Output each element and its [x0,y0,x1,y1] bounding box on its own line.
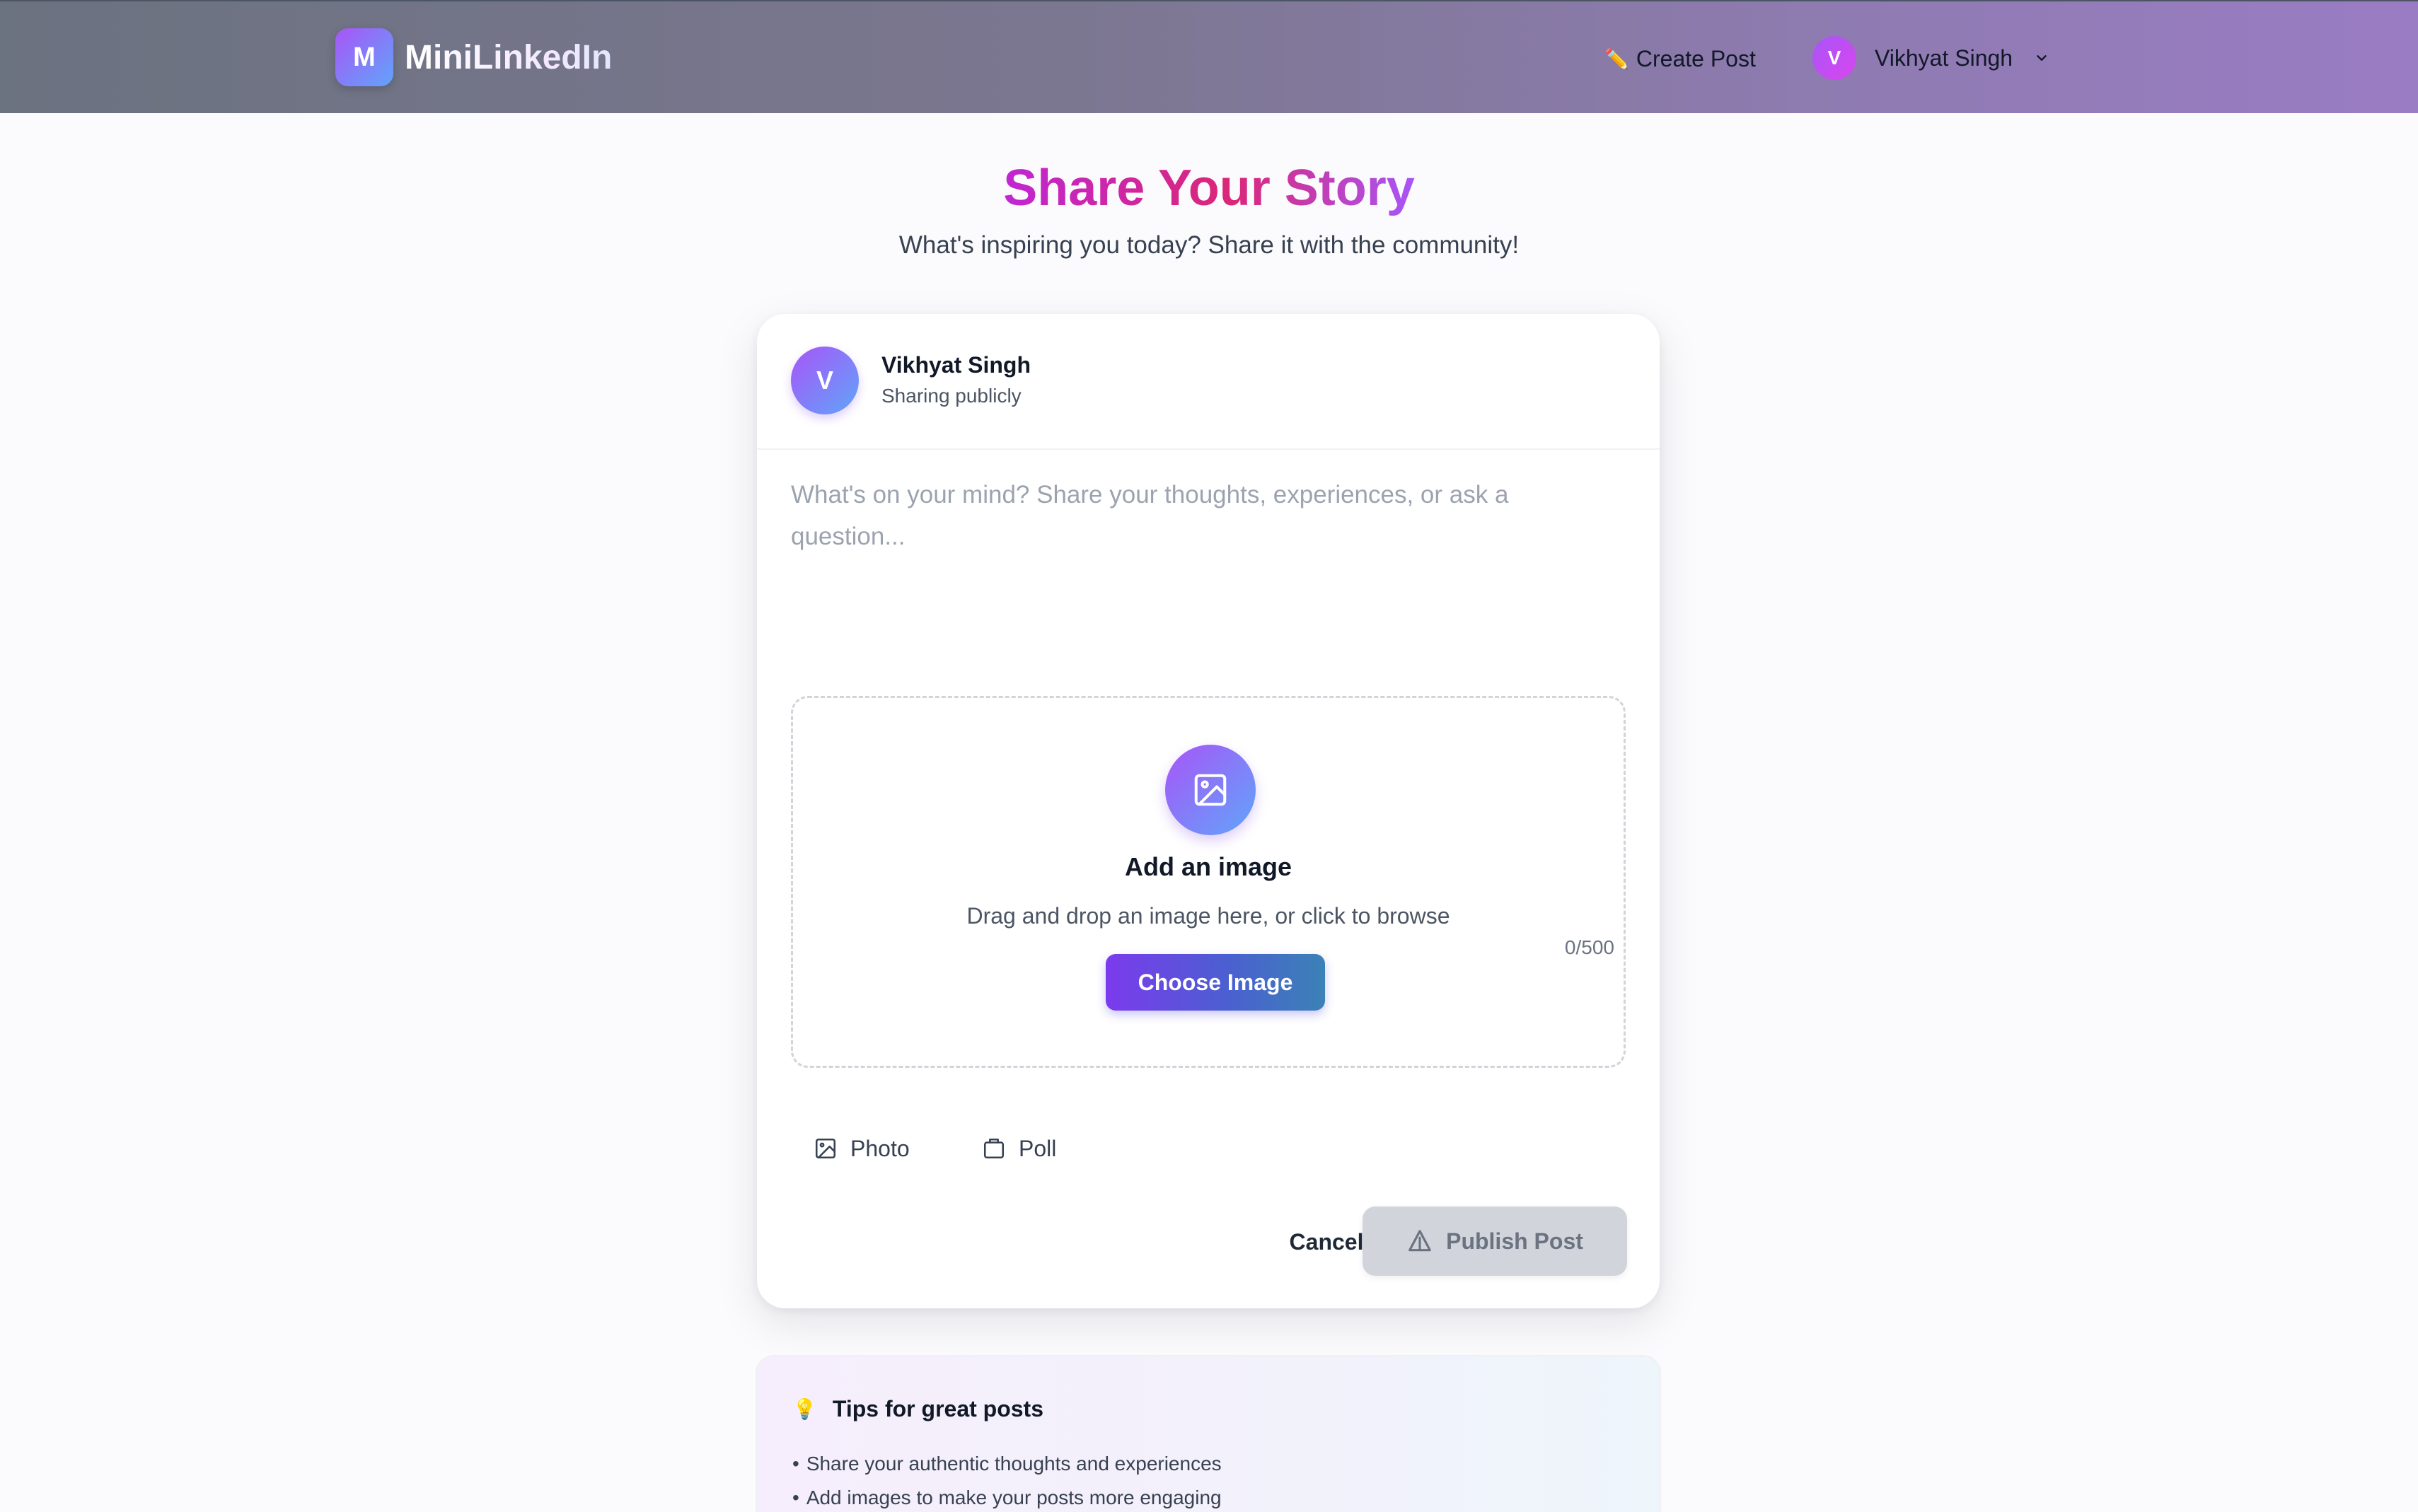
composer-avatar: V [791,347,859,414]
app-root: M MiniLinkedIn ✏️ Create Post V Vikhyat … [0,0,2418,1512]
tips-title-text: Tips for great posts [832,1396,1043,1421]
dropzone-subtitle: Drag and drop an image here, or click to… [966,903,1450,929]
add-poll-label: Poll [1019,1135,1057,1161]
add-poll-option[interactable]: Poll [982,1129,1056,1168]
lightbulb-icon: 💡 [792,1398,817,1420]
page-subtitle: What's inspiring you today? Share it wit… [898,231,1520,259]
dropzone-title: Add an image [1124,852,1292,881]
avatar: V [1812,36,1856,80]
user-menu-button[interactable]: V Vikhyat Singh [1812,35,2049,81]
brand-logo: M [335,28,393,86]
composer-visibility: Sharing publicly [881,385,1022,407]
choose-image-button[interactable]: Choose Image [1106,954,1325,1011]
page-title-text: Share Your Story [1003,160,1415,216]
tips-panel: 💡 Tips for great posts Share your authen… [756,1355,1661,1512]
nav-user-name: Vikhyat Singh [1875,45,2013,71]
top-navbar: M MiniLinkedIn ✏️ Create Post V Vikhyat … [0,0,2418,113]
list-item: Share your authentic thoughts and experi… [792,1447,1222,1481]
page-title: Share Your Story [0,154,2418,222]
create-post-card: V Vikhyat Singh Sharing publicly Add an … [757,314,1660,1308]
nav-create-post-label: Create Post [1636,45,1756,71]
pencil-icon: ✏️ [1604,47,1629,70]
post-content-textarea[interactable] [791,474,1626,594]
brand-home-link[interactable]: M MiniLinkedIn [335,28,612,86]
image-icon [815,1138,836,1159]
brand-name: MiniLinkedIn [405,38,613,76]
tips-list: Share your authentic thoughts and experi… [792,1447,1222,1512]
publish-post-label: Publish Post [1446,1228,1583,1254]
composer-user-name: Vikhyat Singh [881,352,1031,378]
chevron-down-icon [2037,55,2047,61]
add-photo-option[interactable]: Photo [814,1129,910,1168]
image-dropzone[interactable]: Add an image Drag and drop an image here… [791,696,1626,1068]
add-photo-label: Photo [850,1135,910,1161]
poll-icon [983,1138,1005,1159]
character-count: 0/500 [1564,936,1614,958]
composer-header: V Vikhyat Singh Sharing publicly [757,314,1660,450]
send-icon [1408,1230,1431,1252]
image-upload-icon [1165,745,1256,835]
nav-create-post-link[interactable]: ✏️ Create Post [1604,41,1756,76]
tips-title: 💡 Tips for great posts [792,1396,1043,1422]
list-item: Add images to make your posts more engag… [792,1481,1222,1512]
publish-post-button[interactable]: Publish Post [1363,1206,1627,1276]
